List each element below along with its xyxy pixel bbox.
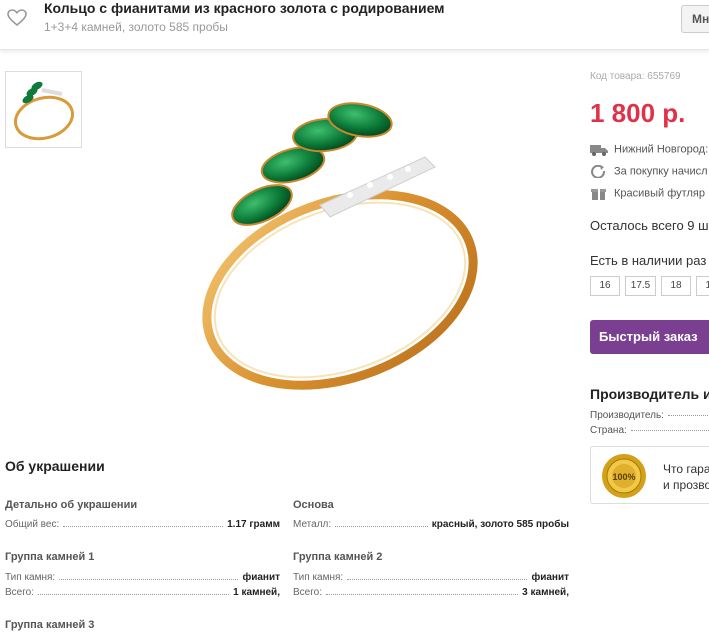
weight-row: Общий вес: 1.17 грамм — [5, 519, 280, 530]
heart-icon[interactable] — [7, 9, 27, 27]
product-title: Кольцо с фианитами из красного золота с … — [44, 0, 445, 16]
size-option[interactable]: 16 — [590, 276, 620, 296]
ring-main-image[interactable] — [180, 95, 500, 400]
weight-value: 1.17 грамм — [227, 519, 280, 530]
bonus-text: За покупку начисл — [614, 165, 708, 178]
stone-group-2-title: Группа камней 2 — [293, 551, 383, 563]
gift-icon — [591, 189, 606, 200]
metal-label: Металл: — [293, 519, 332, 530]
stone-group-1-title: Группа камней 1 — [5, 551, 95, 563]
product-thumbnail[interactable] — [5, 71, 82, 148]
gift-box-text: Красивый футляр — [614, 187, 705, 200]
delivery-text: Нижний Новгород: — [614, 143, 709, 156]
product-header: Кольцо с фианитами из красного золота с … — [0, 0, 709, 50]
size-option[interactable]: 17.5 — [625, 276, 656, 296]
metal-value: красный, золото 585 пробы — [431, 519, 569, 530]
size-option[interactable]: 18 — [661, 276, 691, 296]
product-code: Код товара: 655769 — [590, 71, 681, 82]
manufacturer-heading: Производитель и — [590, 386, 709, 402]
detail-section-title: Детально об украшении — [5, 499, 138, 511]
guarantee-text: Что гара и прозво — [663, 462, 709, 492]
size-list: 16 17.5 18 18 — [590, 276, 709, 296]
product-price: 1 800 р. — [590, 98, 686, 128]
weight-label: Общий вес: — [5, 519, 60, 530]
ring-thumbnail-image — [14, 81, 74, 141]
stone-group-2-total-row: Всего: 3 камней, — [293, 587, 569, 598]
size-option[interactable]: 18 — [696, 276, 709, 296]
stock-left: Осталось всего 9 ш — [590, 218, 709, 233]
stone-group-1-total-row: Всего: 1 камней, — [5, 587, 280, 598]
metal-row: Металл: красный, золото 585 пробы — [293, 519, 569, 530]
refresh-icon — [591, 165, 606, 178]
quick-order-button[interactable]: Быстрый заказ — [590, 320, 709, 354]
gift-box-info[interactable]: Красивый футляр — [590, 187, 705, 200]
more-button[interactable]: Мн — [681, 5, 709, 33]
manufacturer-label: Производитель: — [590, 410, 664, 421]
guarantee-seal-icon: 100% — [602, 454, 646, 498]
delivery-info[interactable]: Нижний Новгород: — [590, 143, 708, 156]
stone-group-1-type-row: Тип камня: фианит — [5, 572, 280, 583]
manufacturer-row: Производитель: — [590, 410, 709, 421]
svg-text:100%: 100% — [612, 472, 635, 482]
stone-group-2-type-row: Тип камня: фианит — [293, 572, 569, 583]
about-heading: Об украшении — [5, 458, 105, 474]
guarantee-card[interactable]: 100% Что гара и прозво — [590, 446, 709, 504]
country-label: Страна: — [590, 425, 627, 436]
bonus-info[interactable]: За покупку начисл — [590, 165, 708, 178]
country-row: Страна: — [590, 425, 709, 436]
sizes-available-label: Есть в наличии раз — [590, 253, 707, 268]
product-subtitle: 1+3+4 камней, золото 585 пробы — [44, 20, 228, 34]
base-section-title: Основа — [293, 499, 334, 511]
truck-icon — [590, 145, 608, 156]
stone-group-3-title: Группа камней 3 — [5, 619, 95, 631]
